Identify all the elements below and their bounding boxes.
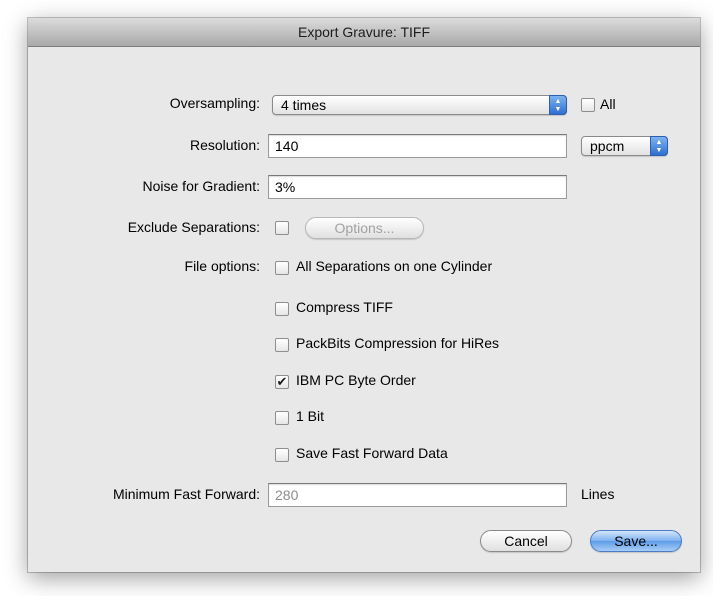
noise-field[interactable]: 3% bbox=[268, 175, 567, 199]
export-dialog: Export Gravure: TIFF Oversampling: 4 tim… bbox=[28, 18, 700, 572]
packbits-label: PackBits Compression for HiRes bbox=[296, 335, 500, 351]
save-button[interactable]: Save... bbox=[590, 530, 682, 552]
options-button[interactable]: Options... bbox=[305, 217, 424, 239]
oversampling-value: 4 times bbox=[281, 97, 327, 113]
fast-forward-label: Save Fast Forward Data bbox=[296, 445, 448, 461]
popup-arrows-icon: ▲ ▼ bbox=[650, 136, 668, 156]
checkmark-icon: ✔ bbox=[276, 374, 288, 389]
resolution-label: Resolution: bbox=[189, 137, 260, 153]
oversampling-label: Oversampling: bbox=[169, 95, 260, 111]
exclude-label: Exclude Separations: bbox=[127, 219, 260, 235]
one-bit-label: 1 Bit bbox=[296, 408, 325, 424]
ibm-byte-order-label: IBM PC Byte Order bbox=[296, 372, 416, 388]
compress-tiff-checkbox[interactable] bbox=[275, 302, 289, 316]
dialog-title: Export Gravure: TIFF bbox=[28, 18, 700, 47]
fast-forward-checkbox[interactable] bbox=[275, 448, 289, 462]
popup-arrows-icon: ▲ ▼ bbox=[549, 95, 567, 115]
resolution-unit-value: ppcm bbox=[590, 138, 625, 154]
dialog-body: Oversampling: 4 times ▲ ▼ All Resolution:… bbox=[28, 47, 700, 572]
resolution-unit-popup[interactable]: ppcm ▲ ▼ bbox=[581, 136, 668, 156]
noise-label: Noise for Gradient: bbox=[142, 178, 261, 194]
compress-tiff-label: Compress TIFF bbox=[296, 299, 393, 315]
cylinder-checkbox[interactable] bbox=[275, 261, 289, 275]
all-checkbox[interactable] bbox=[581, 98, 595, 112]
lines-unit-label: Lines bbox=[581, 486, 615, 502]
ibm-byte-order-checkbox[interactable]: ✔ bbox=[275, 375, 289, 389]
packbits-checkbox[interactable] bbox=[275, 338, 289, 352]
file-options-label: File options: bbox=[184, 258, 260, 274]
cancel-button[interactable]: Cancel bbox=[480, 530, 572, 552]
min-fast-forward-field[interactable]: 280 bbox=[268, 483, 567, 507]
min-fast-forward-label: Minimum Fast Forward: bbox=[112, 486, 260, 502]
oversampling-popup[interactable]: 4 times ▲ ▼ bbox=[272, 95, 567, 115]
cylinder-label: All Separations on one Cylinder bbox=[296, 258, 493, 274]
one-bit-checkbox[interactable] bbox=[275, 411, 289, 425]
all-label: All bbox=[600, 96, 616, 112]
exclude-checkbox[interactable] bbox=[275, 221, 289, 235]
resolution-field[interactable]: 140 bbox=[268, 134, 567, 158]
